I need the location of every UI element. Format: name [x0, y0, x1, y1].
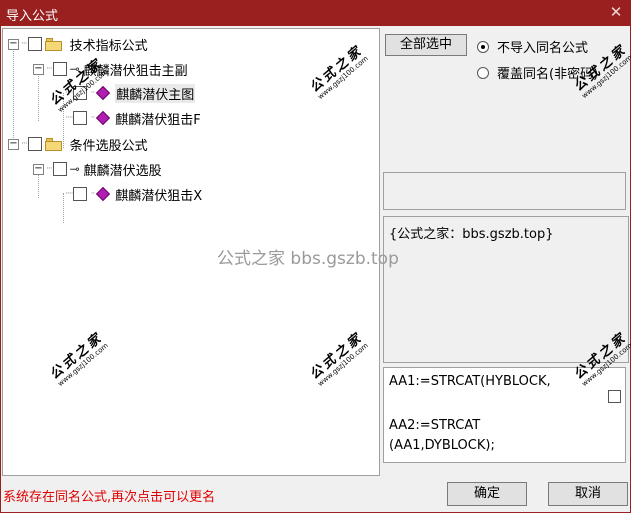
tree-label: 麒麟潜伏选股	[83, 163, 162, 179]
folder-icon	[44, 37, 62, 51]
code-checkbox[interactable]	[608, 390, 621, 403]
code-line: AA1:=STRCAT(HYBLOCK,	[389, 374, 551, 389]
tree-dots: ···	[21, 139, 28, 149]
checkbox-qilin-main-sub[interactable]	[52, 62, 67, 76]
radio-no-import[interactable]: 不导入同名公式	[477, 37, 588, 56]
formula-name-box	[383, 172, 626, 210]
tree-node-stock-selection[interactable]: − ··· 条件选股公式	[8, 133, 148, 155]
window-title: 导入公式	[6, 9, 59, 24]
tree-label: 技术指标公式	[69, 38, 148, 54]
tree-dots: ··	[90, 189, 95, 199]
code-line: (AA1,DYBLOCK);	[389, 438, 495, 453]
tree-guide-line	[13, 46, 14, 146]
collapse-icon[interactable]: −	[33, 163, 44, 175]
gem-icon	[96, 186, 111, 202]
collapse-icon[interactable]: −	[8, 38, 19, 50]
tree-label: 麒麟潜伏主图	[115, 83, 196, 103]
code-line: AA2:=STRCAT	[389, 418, 481, 433]
collapse-icon[interactable]: −	[33, 63, 44, 75]
tree-dots: ··	[90, 88, 95, 98]
tree-dots: ···	[21, 39, 28, 49]
tree-dots: ····	[65, 189, 74, 199]
ok-button[interactable]: 确定	[447, 482, 527, 506]
checkbox-qilin-snipe-x[interactable]	[73, 187, 88, 201]
tree-node-qilin-snipe-x[interactable]: ···· ·· 麒麟潜伏狙击X	[65, 183, 202, 205]
key-icon: ⊸	[69, 162, 80, 176]
tree-dots: ···	[46, 164, 53, 174]
description-box: {公式之家：bbs.gszb.top}	[383, 216, 629, 363]
close-icon[interactable]: ✕	[609, 3, 623, 21]
gem-icon	[96, 110, 111, 126]
tree-node-qilin-selection[interactable]: − ··· ⊸ 麒麟潜伏选股	[33, 158, 162, 180]
checkbox-qilin-snipe-f[interactable]	[73, 111, 88, 125]
tree-guide-line	[63, 193, 64, 223]
center-watermark: 公式之家 bbs.gszb.top	[217, 249, 399, 269]
select-all-button[interactable]: 全部选中	[385, 34, 467, 56]
description-text: {公式之家：bbs.gszb.top}	[389, 227, 554, 242]
folder-icon	[44, 137, 62, 151]
tree-label: 麒麟潜伏狙击F	[115, 112, 201, 128]
tree-dots: ··	[90, 113, 95, 123]
checkbox-stock-selection[interactable]	[27, 137, 42, 151]
radio-overwrite-indicator[interactable]	[477, 66, 489, 79]
title-bar: 导入公式 ✕	[0, 0, 631, 26]
status-message: 系统存在同名公式,再次点击可以更名	[3, 490, 216, 505]
tree-dots: ····	[65, 113, 74, 123]
tree-node-tech-indicators[interactable]: − ··· 技术指标公式	[8, 33, 148, 55]
tree-node-qilin-main-sub[interactable]: − ··· ⊸ 麒麟潜伏狙击主副	[33, 58, 188, 80]
radio-no-import-indicator[interactable]	[477, 40, 489, 53]
checkbox-tech-indicators[interactable]	[27, 37, 42, 51]
tree-dots: ···	[46, 64, 53, 74]
gem-icon	[96, 85, 111, 101]
tree-label: 条件选股公式	[69, 138, 148, 154]
tree-label: 麒麟潜伏狙击X	[115, 188, 203, 204]
tree-node-qilin-snipe-f[interactable]: ···· ·· 麒麟潜伏狙击F	[65, 107, 201, 129]
radio-no-import-label: 不导入同名公式	[497, 41, 589, 56]
collapse-icon[interactable]: −	[8, 138, 19, 150]
cancel-button[interactable]: 取消	[548, 482, 628, 506]
checkbox-qilin-selection[interactable]	[52, 162, 67, 176]
